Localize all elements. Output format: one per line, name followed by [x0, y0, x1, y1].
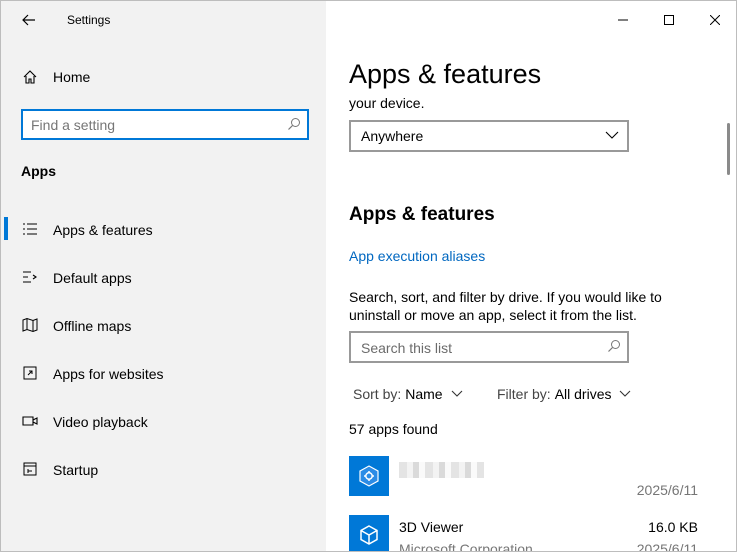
search-list-input[interactable]	[361, 338, 601, 358]
video-icon	[21, 412, 39, 430]
nav-item-default-apps[interactable]: Default apps	[1, 253, 326, 301]
chevron-down-icon	[451, 390, 463, 398]
chevron-down-icon	[605, 128, 619, 147]
window-title: Settings	[67, 13, 111, 27]
sort-value: Name	[405, 386, 443, 402]
apps-found-count: 57 apps found	[349, 421, 438, 437]
section-title-apps: Apps	[21, 163, 56, 179]
app-publisher: Microsoft Corporation	[399, 541, 533, 552]
apps-features-heading: Apps & features	[349, 204, 495, 225]
filter-by-dropdown[interactable]: Filter by: All drives	[497, 386, 631, 402]
gear-box-icon	[349, 456, 389, 496]
maximize-button[interactable]	[646, 1, 692, 39]
open-in-icon	[21, 364, 39, 382]
app-install-date: 2025/6/11	[636, 482, 698, 498]
nav-item-label: Apps for websites	[53, 366, 164, 382]
app-size: 16.0 KB	[648, 519, 698, 535]
partial-description: your device.	[349, 95, 425, 111]
close-button[interactable]	[692, 1, 736, 39]
nav-home[interactable]: Home	[1, 63, 326, 91]
nav-home-label: Home	[53, 69, 91, 85]
find-setting-search[interactable]	[21, 109, 309, 140]
sort-label: Sort by:	[353, 386, 402, 402]
list-icon	[21, 220, 39, 238]
nav-item-label: Startup	[53, 462, 99, 478]
window-controls	[600, 1, 736, 39]
nav-list: Apps & features Default apps Offline map…	[1, 205, 326, 493]
dropdown-value: Anywhere	[361, 128, 424, 144]
nav-item-label: Offline maps	[53, 318, 132, 334]
home-icon	[21, 68, 39, 86]
default-apps-icon	[21, 268, 39, 286]
find-setting-input[interactable]	[31, 115, 281, 135]
minimize-icon	[618, 19, 628, 21]
app-install-date: 2025/6/11	[636, 541, 698, 552]
content-pane: Apps & features your device. Anywhere Ap…	[326, 1, 736, 552]
map-icon	[21, 316, 39, 334]
back-arrow-icon	[22, 14, 35, 26]
maximize-icon	[664, 15, 674, 25]
close-icon	[710, 15, 720, 25]
cube-icon	[349, 515, 389, 551]
nav-item-label: Apps & features	[53, 222, 153, 238]
nav-item-apps-features[interactable]: Apps & features	[1, 205, 326, 253]
filter-label: Filter by:	[497, 386, 551, 402]
app-name-obscured	[399, 462, 484, 478]
title-bar: Settings	[1, 1, 326, 39]
app-list-item[interactable]: 3D Viewer Microsoft Corporation 16.0 KB …	[349, 515, 704, 552]
navigation-pane: Settings Home Apps	[1, 1, 326, 551]
active-indicator	[4, 217, 8, 240]
settings-window: Settings Home Apps	[0, 0, 737, 552]
chevron-down-icon	[619, 390, 631, 398]
nav-item-label: Default apps	[53, 270, 132, 286]
nav-item-startup[interactable]: Startup	[1, 445, 326, 493]
back-button[interactable]	[15, 9, 43, 31]
sort-by-dropdown[interactable]: Sort by: Name	[353, 386, 463, 402]
app-list-item[interactable]: 2025/6/11	[349, 456, 704, 516]
nav-item-offline-maps[interactable]: Offline maps	[1, 301, 326, 349]
install-source-dropdown[interactable]: Anywhere	[349, 120, 629, 152]
scrollbar-thumb[interactable]	[727, 123, 730, 175]
app-name: 3D Viewer	[399, 519, 464, 535]
search-icon[interactable]	[287, 117, 301, 136]
nav-item-apps-for-websites[interactable]: Apps for websites	[1, 349, 326, 397]
app-execution-aliases-link[interactable]: App execution aliases	[349, 248, 485, 264]
filter-value: All drives	[554, 386, 612, 402]
page-title: Apps & features	[349, 59, 542, 89]
nav-item-video-playback[interactable]: Video playback	[1, 397, 326, 445]
nav-item-label: Video playback	[53, 414, 148, 430]
search-description: Search, sort, and filter by drive. If yo…	[349, 289, 662, 323]
search-icon[interactable]	[607, 339, 621, 358]
startup-icon	[21, 460, 39, 478]
search-list-box[interactable]	[349, 331, 629, 363]
minimize-button[interactable]	[600, 1, 646, 39]
